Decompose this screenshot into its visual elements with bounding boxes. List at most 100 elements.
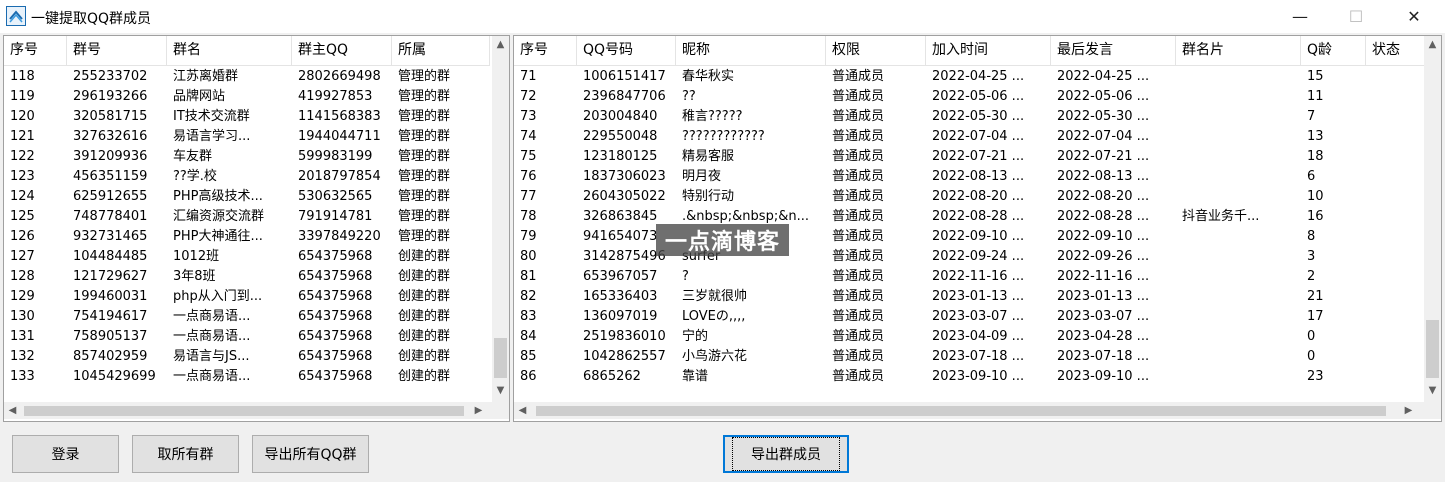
member-table-cell: 2023-03-07 ... [1057, 309, 1150, 324]
group-col-header[interactable]: 群号 [67, 36, 167, 66]
member-table-cell: 2023-03-07 ... [932, 309, 1025, 324]
group-table-cell: 汇编资源交流群 [173, 209, 265, 224]
group-table-cell: 1141568383 [298, 109, 381, 124]
group-table-row[interactable]: 123 456351159 ??学.校 2018797854 管理的群 [4, 167, 490, 187]
scroll-left-arrow-icon[interactable]: ◀ [514, 402, 531, 419]
member-table-row[interactable]: 72 2396847706?? 普通成员 2022-05-06 ... 2022-05-… [514, 87, 1426, 107]
member-table-row[interactable]: 86 6865262 靠谱 普通成员 2023-09-10 ... 2023-09-10 … [514, 367, 1426, 387]
group-table-row[interactable]: 120 320581715 IT技术交流群 1141568383 管理的群 [4, 107, 490, 127]
member-table-row[interactable]: 81 653967057? 普通成员 2022-11-16 ... 2022-11-16… [514, 267, 1426, 287]
group-col-header[interactable]: 群名 [167, 36, 292, 66]
member-list-table[interactable]: 序号 QQ号码 昵称 权限 加入时间 最后发言 群名片 Q龄 状态 71 1006151417 春华… [513, 35, 1442, 422]
member-table-cell: 229550048 [583, 129, 658, 144]
member-table-cell: 80 [520, 249, 537, 264]
title-bar: 一键提取QQ群成员 — ☐ ✕ [0, 0, 1445, 33]
member-table-cell [1366, 167, 1426, 187]
group-table-cell: 654375968 [298, 349, 373, 364]
group-table-row[interactable]: 125 748778401 汇编资源交流群 791914781 管理的群 [4, 207, 490, 227]
window-title: 一键提取QQ群成员 [31, 11, 152, 27]
group-table-row[interactable]: 122 391209936 车友群 599983199 管理的群 [4, 147, 490, 167]
member-table-row[interactable]: 79 941654073 普通成员 2022-09-10 ... 2022-09-10 … [514, 227, 1426, 247]
group-table-row[interactable]: 131 758905137 一点商易语... 654375968 创建的群 [4, 327, 490, 347]
scroll-up-arrow-icon[interactable]: ▲ [492, 36, 509, 53]
member-col-header[interactable]: 权限 [826, 36, 926, 66]
member-table-cell: 宁的 [682, 329, 709, 344]
hscroll-thumb[interactable] [536, 406, 1386, 416]
group-table-row[interactable]: 129 199460031 php从入门到... 654375968 创建的群 [4, 287, 490, 307]
group-table-row[interactable]: 124 625912655 PHP高级技术... 530632565 管理的群 [4, 187, 490, 207]
export-groups-button[interactable]: 导出所有QQ群 [252, 435, 369, 473]
app-icon [6, 6, 26, 26]
close-button[interactable]: ✕ [1385, 0, 1443, 33]
member-col-header[interactable]: 状态 [1366, 36, 1426, 66]
member-col-header[interactable]: 群名片 [1176, 36, 1301, 66]
vscroll-thumb[interactable] [1426, 320, 1439, 378]
group-list-vscrollbar[interactable]: ▲ ▼ [492, 36, 509, 402]
member-table-cell: LOVEの,,,, [682, 309, 746, 324]
member-table-cell: 普通成员 [832, 349, 885, 364]
member-table-row[interactable]: 85 1042862557 小鸟游六花 普通成员 2023-07-18 ... 2023-… [514, 347, 1426, 367]
member-col-header[interactable]: 序号 [514, 36, 577, 66]
maximize-button[interactable]: ☐ [1327, 0, 1385, 33]
hscroll-thumb[interactable] [24, 406, 464, 416]
group-table-row[interactable]: 119 296193266 品牌网站 419927853 管理的群 [4, 87, 490, 107]
group-col-header[interactable]: 所属 [392, 36, 490, 66]
member-table-cell: 2023-09-10 ... [1057, 369, 1150, 384]
group-table-row[interactable]: 130 754194617 一点商易语... 654375968 创建的群 [4, 307, 490, 327]
scroll-down-arrow-icon[interactable]: ▼ [1424, 382, 1441, 399]
member-table-row[interactable]: 73 203004840 稚言????? 普通成员 2022-05-30 ... 2022… [514, 107, 1426, 127]
group-col-header[interactable]: 序号 [4, 36, 67, 66]
fetch-groups-button[interactable]: 取所有群 [132, 435, 239, 473]
member-col-header[interactable]: 加入时间 [926, 36, 1051, 66]
member-table-cell: 76 [520, 169, 537, 184]
member-table-cell: 1837306023 [583, 169, 666, 184]
member-table-row[interactable]: 75 123180125 精易客服 普通成员 2022-07-21 ... 2022-07… [514, 147, 1426, 167]
member-table-cell: 普通成员 [832, 169, 885, 184]
group-table-row[interactable]: 121 327632616 易语言学习... 1944044711 管理的群 [4, 127, 490, 147]
group-table-row[interactable]: 133 1045429699 一点商易语... 654375968 创建的群 [4, 367, 490, 387]
member-table-cell [1176, 267, 1301, 287]
scroll-right-arrow-icon[interactable]: ▶ [1400, 402, 1417, 419]
group-list-hscrollbar[interactable]: ◀ ▶ [4, 402, 492, 419]
member-table-cell [1366, 307, 1426, 327]
member-table-row[interactable]: 76 1837306023 明月夜 普通成员 2022-08-13 ... 2022-08… [514, 167, 1426, 187]
member-table-row[interactable]: 83 136097019 LOVEの,,,, 普通成员 2023-03-07 ... 20… [514, 307, 1426, 327]
export-members-button[interactable]: 导出群成员 [723, 435, 849, 473]
member-list-hscrollbar[interactable]: ◀ ▶ [514, 402, 1424, 419]
group-table-cell: 125 [10, 209, 35, 224]
scroll-down-arrow-icon[interactable]: ▼ [492, 382, 509, 399]
member-table-row[interactable]: 74 229550048???????????? 普通成员 2022-07-04 ..… [514, 127, 1426, 147]
member-table-row[interactable]: 84 2519836010 宁的 普通成员 2023-04-09 ... 2023-04-… [514, 327, 1426, 347]
vscroll-thumb[interactable] [494, 338, 507, 378]
login-button[interactable]: 登录 [12, 435, 119, 473]
member-table-cell [1366, 127, 1426, 147]
group-list-table[interactable]: 序号 群号 群名 群主QQ 所属 118 255233702 江苏离婚群 2802669498… [3, 35, 510, 422]
member-table-row[interactable]: 78 326863845 .&nbsp;&nbsp;&n... 普通成员 2022-08… [514, 207, 1426, 227]
member-col-header[interactable]: QQ号码 [577, 36, 676, 66]
group-table-row[interactable]: 128 121729627 3年8班 654375968 创建的群 [4, 267, 490, 287]
member-table-cell: 2023-07-18 ... [1057, 349, 1150, 364]
scroll-right-arrow-icon[interactable]: ▶ [470, 402, 487, 419]
member-table-row[interactable]: 82 165336403 三岁就很帅 普通成员 2023-01-13 ... 2023-0… [514, 287, 1426, 307]
member-table-cell: 2022-11-16 ... [932, 269, 1025, 284]
member-table-row[interactable]: 80 3142875496 surfer 普通成员 2022-09-24 ... 2022… [514, 247, 1426, 267]
member-table-cell: 2022-08-13 ... [932, 169, 1025, 184]
member-col-header[interactable]: 最后发言 [1051, 36, 1176, 66]
member-col-header[interactable]: Q龄 [1301, 36, 1366, 66]
group-table-cell: 创建的群 [398, 269, 451, 284]
scroll-up-arrow-icon[interactable]: ▲ [1424, 36, 1441, 53]
group-table-row[interactable]: 118 255233702 江苏离婚群 2802669498 管理的群 [4, 67, 490, 87]
scroll-left-arrow-icon[interactable]: ◀ [4, 402, 21, 419]
group-table-row[interactable]: 126 932731465 PHP大神通往... 3397849220 管理的群 [4, 227, 490, 247]
member-list-vscrollbar[interactable]: ▲ ▼ [1424, 36, 1441, 402]
group-table-row[interactable]: 127 104484485 1012班 654375968 创建的群 [4, 247, 490, 267]
member-table-cell [1366, 247, 1426, 267]
member-table-row[interactable]: 71 1006151417 春华秋实 普通成员 2022-04-25 ... 2022-0… [514, 67, 1426, 87]
member-col-header[interactable]: 昵称 [676, 36, 826, 66]
group-table-row[interactable]: 132 857402959 易语言与JS... 654375968 创建的群 [4, 347, 490, 367]
group-col-header[interactable]: 群主QQ [292, 36, 392, 66]
minimize-button[interactable]: — [1271, 0, 1329, 33]
member-table-cell: 15 [1307, 69, 1324, 84]
member-table-cell [1366, 267, 1426, 287]
member-table-row[interactable]: 77 2604305022 特别行动 普通成员 2022-08-20 ... 2022-0… [514, 187, 1426, 207]
